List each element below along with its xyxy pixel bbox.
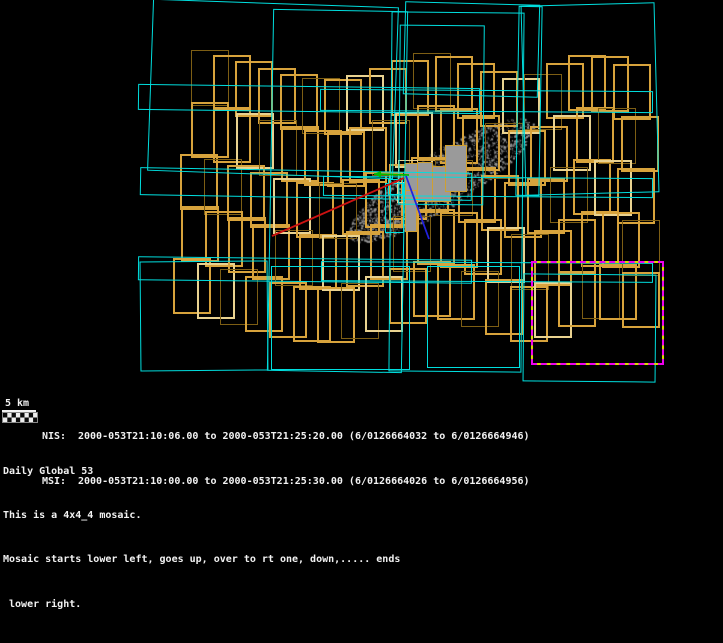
nis-fov-rect	[323, 176, 653, 198]
note-description-2: lower right.	[3, 598, 400, 613]
mosaic-plot	[0, 0, 723, 495]
mosaic-outline-dashes	[531, 261, 664, 365]
nis-fov-rect	[427, 266, 520, 368]
note-description-1: Mosaic starts lower left, goes up, over …	[3, 553, 400, 568]
nis-fov-rect	[385, 183, 404, 233]
nis-fov-rect	[140, 260, 269, 371]
mosaic-outline	[531, 261, 664, 365]
note-mosaic-type: This is a 4x4_4 mosaic.	[3, 509, 400, 524]
mosaic-planning-screen: 5 km NIS:2000-053T21:10:06.00 to 2000-05…	[0, 0, 723, 643]
nis-fov-rect	[320, 89, 653, 113]
nis-fov-rect	[271, 266, 410, 370]
